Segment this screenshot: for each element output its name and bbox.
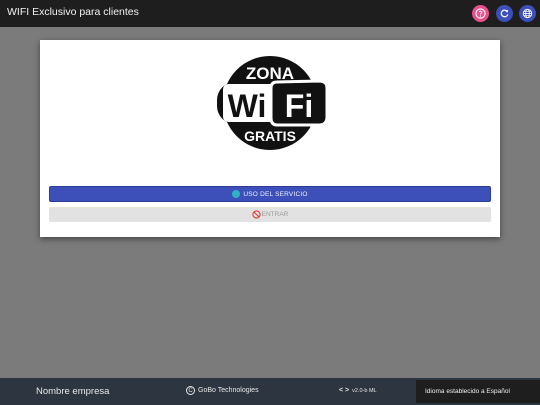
language-toast: Idioma establecido a Español	[416, 380, 540, 403]
terms-of-service-button[interactable]: USO DEL SERVICIO	[49, 186, 491, 202]
top-app-bar: WIFI Exclusivo para clientes	[0, 0, 540, 27]
wifi-zone-logo: ZONA Wi Fi GRATIS	[207, 54, 333, 152]
login-card: ZONA Wi Fi GRATIS USO DEL SERVICIO ENTRA…	[40, 40, 500, 237]
app-title: WIFI Exclusivo para clientes	[7, 6, 139, 18]
terms-of-service-label: USO DEL SERVICIO	[243, 190, 308, 198]
company-name: Nombre empresa	[36, 386, 110, 397]
logo-bottom-text: GRATIS	[244, 128, 296, 144]
block-icon	[251, 210, 261, 219]
logo-top-text: ZONA	[246, 64, 294, 83]
help-icon	[475, 8, 486, 19]
copyright-label: GoBo Technologies	[198, 387, 259, 394]
logo-fi-text: Fi	[285, 88, 313, 124]
logo-wi-text: Wi	[228, 88, 267, 124]
version: < > v2.0-b ML	[339, 387, 377, 394]
language-button[interactable]	[519, 5, 536, 22]
footer-bar: Nombre empresa C GoBo Technologies < > v…	[0, 378, 540, 405]
copyright: C GoBo Technologies	[186, 386, 259, 395]
refresh-icon	[500, 9, 509, 18]
info-dot-icon	[232, 190, 241, 198]
help-button[interactable]	[472, 5, 489, 22]
globe-icon	[522, 8, 533, 19]
enter-label: ENTRAR	[261, 211, 289, 218]
enter-button[interactable]: ENTRAR	[49, 207, 491, 222]
copyright-icon: C	[186, 386, 195, 395]
code-icon: < >	[339, 387, 350, 394]
version-label: v2.0-b ML	[352, 387, 377, 394]
refresh-button[interactable]	[496, 5, 513, 22]
